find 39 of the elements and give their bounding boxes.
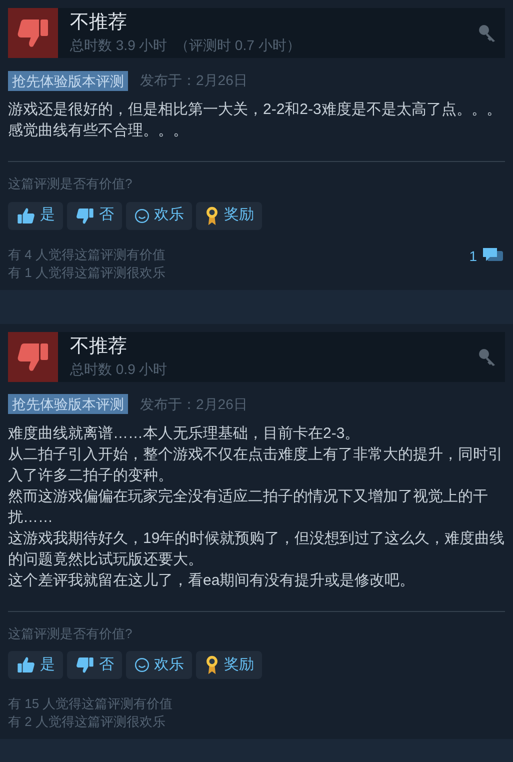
vote-button[interactable]: 欢乐 <box>126 651 192 679</box>
review-text: 这游戏我期待好久，19年的时候就预购了，但没想到过了这么久，难度曲线的问题竟然比试玩版还要大。 <box>8 528 505 570</box>
early-access-tag: 抢先体验版本评测 <box>8 70 128 90</box>
helpful-question: 这篇评测是否有价值? <box>8 175 134 193</box>
smiley-icon <box>134 657 150 673</box>
vote-button[interactable]: 奖励 <box>196 651 262 679</box>
thumbs-up-icon <box>16 655 36 675</box>
review-text: 游戏还是很好的，但是相比第一大关，2-2和2-3难度是不是太高了点。。。感觉曲线有些不合理。。。 <box>8 100 502 141</box>
comments-button[interactable]: 1 <box>469 246 505 266</box>
thumbs-up-icon <box>16 206 36 226</box>
thumbs-down-icon <box>75 206 95 226</box>
verdict-title: 不推荐 <box>70 11 128 35</box>
early-access-tag: 抢先体验版本评测 <box>8 394 128 414</box>
vote-count-text: 有 4 人觉得这篇评测有价值 <box>8 246 166 264</box>
vote-count-text: 有 1 人觉得这篇评测很欢乐 <box>8 264 166 282</box>
vote-button[interactable]: 欢乐 <box>126 202 192 230</box>
verdict-title: 不推荐 <box>70 334 128 358</box>
playtime-text: 总时数 3.9 小时 （评测时 0.7 小时） <box>70 36 302 55</box>
review-text: 难度曲线就离谱……本人无乐理基础，目前卡在2-3。 <box>8 424 361 444</box>
review-text: 从二拍子引入开始，整个游戏不仅在点击难度上有了非常大的提升，同时引入了许多二拍子的变种。 <box>8 444 504 486</box>
vote-button[interactable]: 奖励 <box>196 202 262 230</box>
review-text: 这个差评我就留在这儿了，看ea期间有没有提升或是修改吧。 <box>8 570 416 590</box>
award-ribbon-icon <box>204 655 220 675</box>
playtime-text: 总时数 0.9 小时 <box>70 360 168 378</box>
post-date: 发布于：2月26日 <box>140 71 248 90</box>
helpful-question: 这篇评测是否有价值? <box>8 624 134 642</box>
award-ribbon-icon <box>204 206 220 226</box>
key-icon <box>477 23 497 43</box>
vote-button[interactable]: 是 <box>8 202 63 230</box>
review-text: 然而这游戏偏偏在玩家完全没有适应二拍子的情况下又增加了视觉上的干扰…… <box>8 486 489 528</box>
smiley-icon <box>134 208 150 224</box>
vote-button[interactable]: 是 <box>8 651 63 679</box>
key-icon <box>477 346 497 366</box>
thumbs-down-icon <box>75 655 95 675</box>
vote-button[interactable]: 否 <box>67 651 122 679</box>
vote-button[interactable]: 否 <box>67 202 122 230</box>
vote-count-text: 有 2 人觉得这篇评测很欢乐 <box>8 713 166 731</box>
vote-count-text: 有 15 人觉得这篇评测有价值 <box>8 695 174 713</box>
post-date: 发布于：2月26日 <box>140 394 248 414</box>
